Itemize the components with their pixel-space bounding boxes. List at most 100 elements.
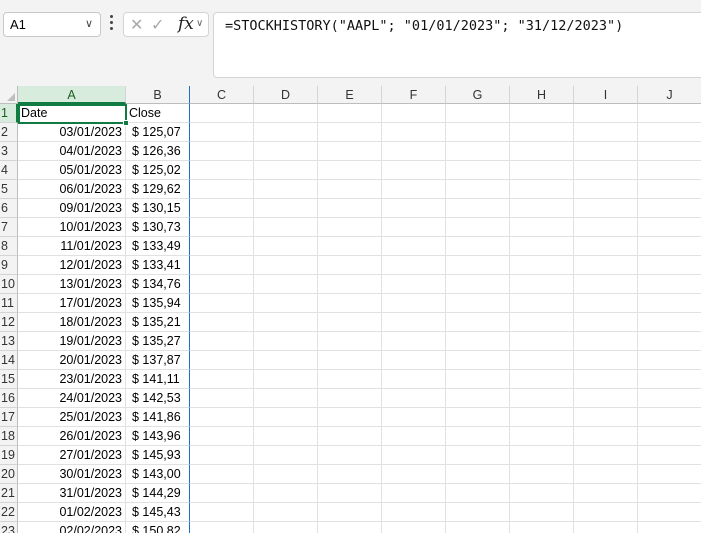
empty-cell[interactable] [446, 351, 510, 370]
empty-cell[interactable] [318, 313, 382, 332]
row-header[interactable]: 18 [0, 427, 18, 446]
column-header-b[interactable]: B [126, 86, 190, 104]
empty-cell[interactable] [254, 465, 318, 484]
empty-cell[interactable] [190, 446, 254, 465]
empty-cell[interactable] [638, 503, 701, 522]
empty-cell[interactable] [318, 465, 382, 484]
empty-cell[interactable] [190, 104, 254, 123]
close-price-cell[interactable]: $ 129,62 [126, 180, 190, 199]
row-header[interactable]: 12 [0, 313, 18, 332]
more-options-icon[interactable] [110, 15, 114, 31]
empty-cell[interactable] [446, 294, 510, 313]
empty-cell[interactable] [510, 256, 574, 275]
close-price-cell[interactable]: $ 141,86 [126, 408, 190, 427]
close-price-cell[interactable]: $ 144,29 [126, 484, 190, 503]
empty-cell[interactable] [318, 408, 382, 427]
date-cell[interactable]: 24/01/2023 [18, 389, 126, 408]
empty-cell[interactable] [190, 180, 254, 199]
empty-cell[interactable] [254, 313, 318, 332]
close-price-cell[interactable]: $ 125,02 [126, 161, 190, 180]
empty-cell[interactable] [382, 370, 446, 389]
empty-cell[interactable] [254, 351, 318, 370]
close-price-cell[interactable]: $ 130,15 [126, 199, 190, 218]
close-price-cell[interactable]: $ 134,76 [126, 275, 190, 294]
empty-cell[interactable] [510, 446, 574, 465]
date-cell[interactable]: 10/01/2023 [18, 218, 126, 237]
date-cell[interactable]: 23/01/2023 [18, 370, 126, 389]
empty-cell[interactable] [574, 142, 638, 161]
date-cell[interactable]: 27/01/2023 [18, 446, 126, 465]
row-header[interactable]: 5 [0, 180, 18, 199]
empty-cell[interactable] [446, 180, 510, 199]
chevron-down-icon[interactable]: ∨ [196, 18, 203, 29]
empty-cell[interactable] [446, 237, 510, 256]
empty-cell[interactable] [190, 370, 254, 389]
empty-cell[interactable] [318, 389, 382, 408]
empty-cell[interactable] [318, 142, 382, 161]
empty-cell[interactable] [446, 123, 510, 142]
empty-cell[interactable] [638, 332, 701, 351]
empty-cell[interactable] [254, 104, 318, 123]
date-cell[interactable]: 26/01/2023 [18, 427, 126, 446]
empty-cell[interactable] [318, 522, 382, 533]
row-header[interactable]: 4 [0, 161, 18, 180]
empty-cell[interactable] [190, 256, 254, 275]
empty-cell[interactable] [254, 218, 318, 237]
date-cell[interactable]: 12/01/2023 [18, 256, 126, 275]
empty-cell[interactable] [638, 275, 701, 294]
empty-cell[interactable] [510, 370, 574, 389]
empty-cell[interactable] [574, 218, 638, 237]
empty-cell[interactable] [254, 427, 318, 446]
empty-cell[interactable] [190, 389, 254, 408]
empty-cell[interactable] [190, 408, 254, 427]
empty-cell[interactable] [574, 522, 638, 533]
close-price-cell[interactable]: $ 125,07 [126, 123, 190, 142]
column-header-g[interactable]: G [446, 86, 510, 104]
date-cell[interactable]: 17/01/2023 [18, 294, 126, 313]
empty-cell[interactable] [574, 123, 638, 142]
empty-cell[interactable] [574, 503, 638, 522]
empty-cell[interactable] [254, 180, 318, 199]
empty-cell[interactable] [574, 104, 638, 123]
empty-cell[interactable] [446, 313, 510, 332]
close-price-cell[interactable]: $ 135,21 [126, 313, 190, 332]
empty-cell[interactable] [510, 389, 574, 408]
empty-cell[interactable] [382, 123, 446, 142]
name-box[interactable]: A1 ∨ [3, 12, 101, 37]
empty-cell[interactable] [382, 446, 446, 465]
empty-cell[interactable] [382, 427, 446, 446]
empty-cell[interactable] [638, 408, 701, 427]
column-header-a[interactable]: A [18, 86, 126, 104]
empty-cell[interactable] [318, 294, 382, 313]
empty-cell[interactable] [254, 503, 318, 522]
date-cell[interactable]: 18/01/2023 [18, 313, 126, 332]
empty-cell[interactable] [510, 522, 574, 533]
close-price-cell[interactable]: $ 137,87 [126, 351, 190, 370]
date-cell[interactable]: 30/01/2023 [18, 465, 126, 484]
column-header-f[interactable]: F [382, 86, 446, 104]
empty-cell[interactable] [382, 313, 446, 332]
empty-cell[interactable] [510, 180, 574, 199]
empty-cell[interactable] [382, 294, 446, 313]
row-header[interactable]: 10 [0, 275, 18, 294]
empty-cell[interactable] [638, 123, 701, 142]
empty-cell[interactable] [254, 199, 318, 218]
empty-cell[interactable] [190, 313, 254, 332]
empty-cell[interactable] [446, 161, 510, 180]
empty-cell[interactable] [638, 351, 701, 370]
empty-cell[interactable] [190, 484, 254, 503]
empty-cell[interactable] [382, 332, 446, 351]
column-header-e[interactable]: E [318, 86, 382, 104]
empty-cell[interactable] [638, 256, 701, 275]
close-price-cell[interactable]: $ 141,11 [126, 370, 190, 389]
empty-cell[interactable] [382, 389, 446, 408]
empty-cell[interactable] [318, 218, 382, 237]
empty-cell[interactable] [446, 218, 510, 237]
empty-cell[interactable] [446, 104, 510, 123]
empty-cell[interactable] [510, 237, 574, 256]
date-cell[interactable]: 02/02/2023 [18, 522, 126, 533]
empty-cell[interactable] [510, 123, 574, 142]
empty-cell[interactable] [574, 237, 638, 256]
empty-cell[interactable] [190, 465, 254, 484]
empty-cell[interactable] [638, 161, 701, 180]
